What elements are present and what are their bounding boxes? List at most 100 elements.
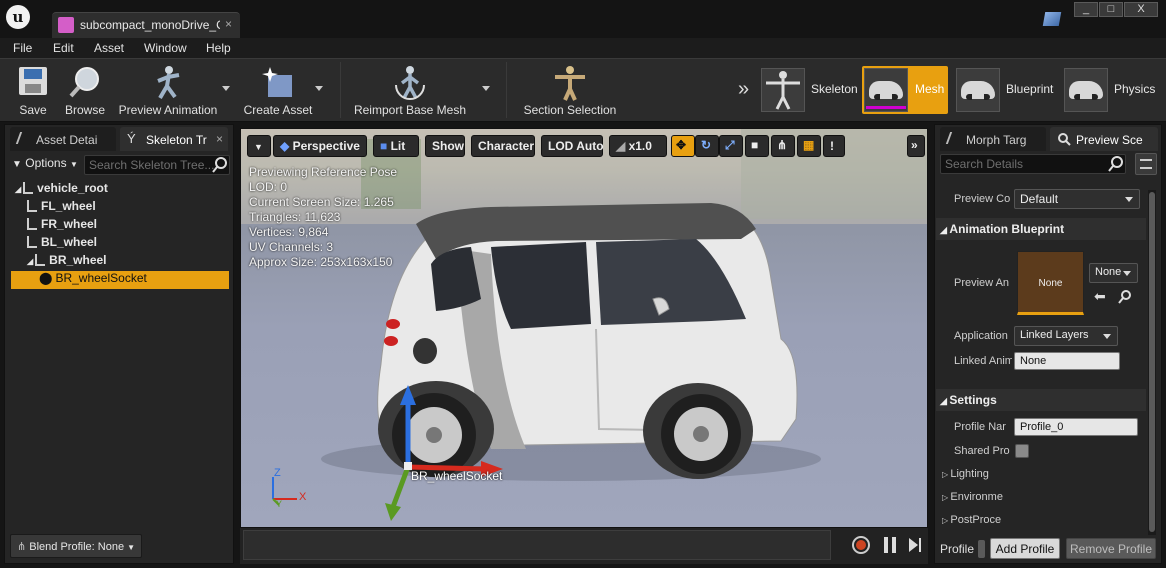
rotate-mode-button[interactable]: ↻ xyxy=(695,135,719,157)
lod-button[interactable]: LOD Auto xyxy=(541,135,604,157)
details-scrollbar[interactable] xyxy=(1148,190,1156,535)
create-asset-button[interactable]: Create Asset xyxy=(240,59,316,121)
document-tab[interactable]: subcompact_monoDrive_C × xyxy=(52,12,240,38)
preview-animation-button[interactable]: Preview Animation xyxy=(116,59,220,121)
browse-button[interactable]: Browse xyxy=(62,59,108,121)
maximize-button[interactable]: □ xyxy=(1099,2,1123,17)
remove-profile-label: Remove Profile xyxy=(1069,542,1153,556)
timeline-bar xyxy=(240,528,928,564)
t-pose-figure-icon xyxy=(555,66,585,101)
tab-skeleton-tree[interactable]: Ý Skeleton Tr × xyxy=(120,127,228,151)
animation-blueprint-section[interactable]: ◢ Animation Blueprint xyxy=(936,218,1146,240)
minimize-button[interactable]: _ xyxy=(1074,2,1098,17)
timeline-scrubber[interactable] xyxy=(243,530,831,560)
details-icon xyxy=(15,132,33,144)
view-options-button[interactable] xyxy=(1135,153,1157,175)
tab-asset-details[interactable]: Asset Detai xyxy=(10,127,116,151)
add-profile-button[interactable]: Add Profile xyxy=(990,538,1060,559)
preview-controller-dropdown[interactable]: Default xyxy=(1014,189,1140,209)
step-forward-button[interactable] xyxy=(909,538,918,552)
create-asset-dropdown[interactable] xyxy=(315,86,323,91)
preview-controller-value: Default xyxy=(1020,192,1059,206)
blend-profile-dropdown[interactable]: ⋔ Blend Profile: None ▼ xyxy=(10,534,142,558)
save-icon xyxy=(19,67,47,95)
tree-bone-row[interactable]: BL_wheel xyxy=(11,235,229,253)
axis-y-label: Y xyxy=(276,499,283,509)
tree-bone-row[interactable]: ◢ BR_wheel xyxy=(11,253,229,271)
lit-button[interactable]: ■ Lit xyxy=(373,135,419,157)
unreal-logo-icon[interactable]: u xyxy=(6,5,30,29)
viewport-overflow-button[interactable]: » xyxy=(907,135,925,157)
mode-physics-button[interactable]: Physics xyxy=(1064,68,1162,112)
tab-preview-scene[interactable]: Preview Sce xyxy=(1050,127,1158,151)
expand-arrow-icon[interactable]: ◢ xyxy=(27,257,33,266)
preview-viewport[interactable]: ▼ ◆ Perspective ■ Lit Show Character LOD… xyxy=(240,128,928,528)
pause-button[interactable] xyxy=(884,537,896,553)
menu-file[interactable]: File xyxy=(13,41,32,55)
menu-asset[interactable]: Asset xyxy=(94,41,124,55)
environment-category[interactable]: ▷ Environme xyxy=(942,491,1003,503)
profile-name-input[interactable]: Profile_0 xyxy=(1014,418,1138,436)
tree-bone-row[interactable]: FR_wheel xyxy=(11,217,229,235)
tree-bone-row[interactable]: FL_wheel xyxy=(11,199,229,217)
create-asset-label: Create Asset xyxy=(243,103,313,117)
mode-mesh-button[interactable]: Mesh xyxy=(862,66,948,114)
anim-blueprint-combo[interactable]: None xyxy=(1089,263,1138,283)
preview-animation-dropdown[interactable] xyxy=(222,86,230,91)
shared-profile-checkbox[interactable] xyxy=(1015,444,1029,458)
options-button[interactable]: ▼ Options ▼ xyxy=(12,156,78,170)
reimport-base-mesh-button[interactable]: Reimport Base Mesh xyxy=(352,59,468,121)
lighting-category[interactable]: ▷ Lighting xyxy=(942,468,989,480)
mode-blueprint-button[interactable]: Blueprint xyxy=(956,68,1058,112)
scrollbar-thumb[interactable] xyxy=(1149,192,1155,532)
profile-name-value: Profile_0 xyxy=(1020,421,1064,433)
record-button[interactable] xyxy=(852,536,870,554)
section-selection-button[interactable]: Section Selection xyxy=(520,59,620,121)
save-button[interactable]: Save xyxy=(10,59,56,121)
perspective-button[interactable]: ◆ Perspective xyxy=(273,135,367,157)
toolbar-separator xyxy=(506,62,507,118)
scale-mode-button[interactable]: ⤢ xyxy=(719,135,743,157)
menu-edit[interactable]: Edit xyxy=(53,41,74,55)
close-tab-icon[interactable]: × xyxy=(216,132,223,146)
remove-profile-button[interactable]: Remove Profile xyxy=(1066,538,1156,559)
postprocess-category[interactable]: ▷ PostProce xyxy=(942,514,1001,526)
mode-skeleton-button[interactable]: Skeleton xyxy=(761,68,861,112)
filter-icon: ▼ xyxy=(12,159,22,170)
close-tab-icon[interactable]: × xyxy=(225,17,232,31)
toolbar-overflow-icon[interactable]: » xyxy=(738,78,749,101)
tree-bone-row[interactable]: ◢ vehicle_root xyxy=(11,181,229,199)
use-selected-arrow-icon[interactable]: ⬅ xyxy=(1094,288,1106,305)
show-button[interactable]: Show xyxy=(425,135,465,157)
record-icon xyxy=(856,540,866,550)
anim-blueprint-thumbnail[interactable]: None xyxy=(1017,251,1084,315)
translate-mode-button[interactable]: ✥ xyxy=(671,135,695,157)
menu-help[interactable]: Help xyxy=(206,41,231,55)
bone-icon xyxy=(27,236,37,248)
surface-snapping-button[interactable]: ⋔ xyxy=(771,135,795,157)
menu-window[interactable]: Window xyxy=(144,41,187,55)
browse-search-icon[interactable] xyxy=(1118,290,1132,304)
socket-label: BR_wheelSocket xyxy=(411,469,503,483)
coordinate-space-button[interactable]: ■ xyxy=(745,135,769,157)
close-window-button[interactable]: X xyxy=(1124,2,1158,17)
grid-snap-button[interactable]: ▦ xyxy=(797,135,821,157)
tree-row-label: FL_wheel xyxy=(41,199,96,213)
warning-button[interactable]: ! xyxy=(823,135,845,157)
expand-arrow-icon[interactable]: ◢ xyxy=(15,185,21,194)
application-dropdown[interactable]: Linked Layers xyxy=(1014,326,1118,346)
playback-speed-button[interactable]: ◢ x1.0 xyxy=(609,135,667,157)
tab-morph-target[interactable]: Morph Targ xyxy=(940,127,1046,151)
character-button[interactable]: Character xyxy=(471,135,535,157)
profile-combo-handle[interactable] xyxy=(978,540,985,558)
reimport-dropdown[interactable] xyxy=(482,86,490,91)
source-control-icon[interactable] xyxy=(1042,12,1062,26)
skeleton-search-input[interactable]: Search Skeleton Tree... xyxy=(84,155,230,175)
viewport-info-line: Approx Size: 253x163x150 xyxy=(249,255,393,269)
tree-socket-row[interactable]: ⬤ BR_wheelSocket xyxy=(11,271,229,289)
mode-blueprint-label: Blueprint xyxy=(1006,82,1054,96)
viewport-options-button[interactable]: ▼ xyxy=(247,135,271,157)
linked-anim-input[interactable]: None xyxy=(1014,352,1120,370)
details-search-input[interactable]: Search Details xyxy=(940,154,1126,174)
settings-section[interactable]: ◢ Settings xyxy=(936,389,1146,411)
